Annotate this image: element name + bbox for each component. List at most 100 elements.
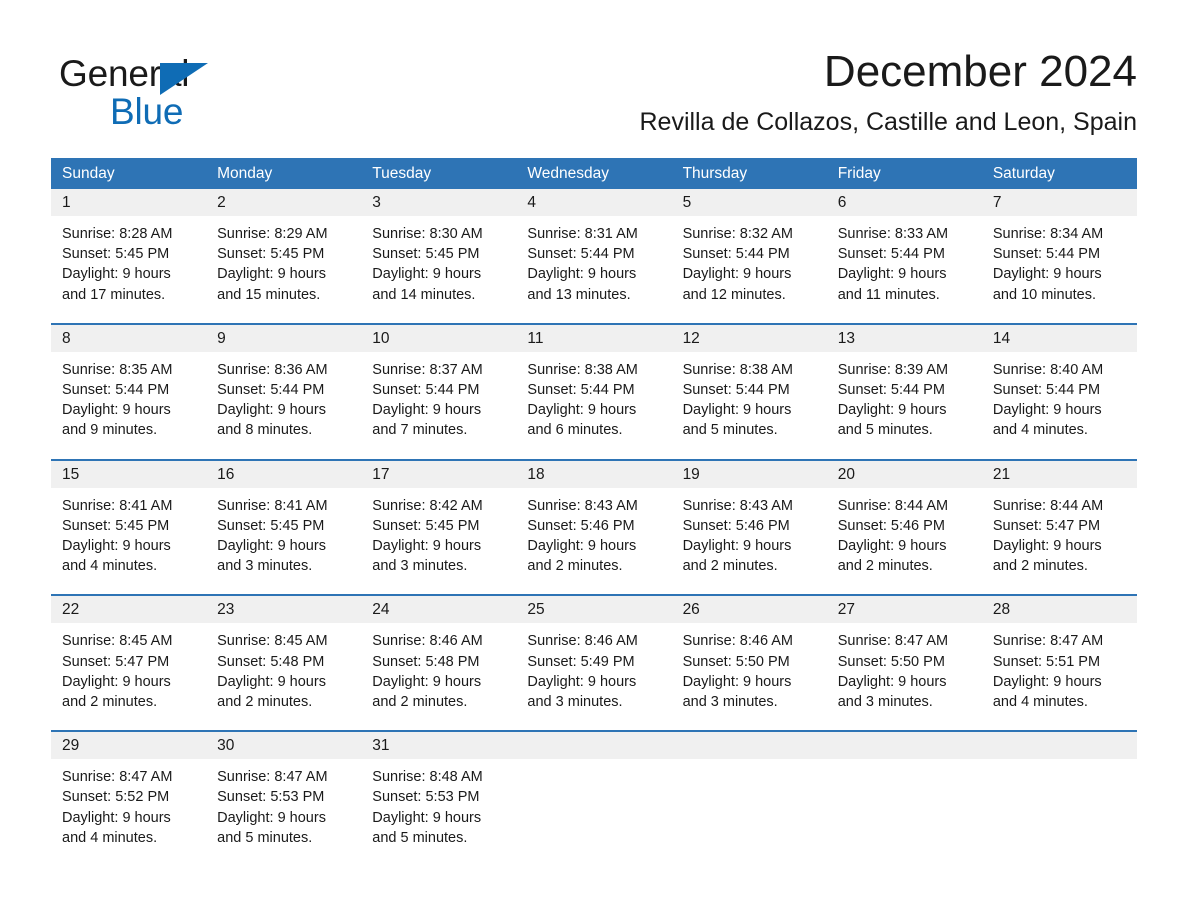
day-number-band: 13 [826,324,982,352]
day-cell[interactable]: 8 Sunrise: 8:35 AM Sunset: 5:44 PM Dayli… [51,324,207,451]
day-number: 2 [217,194,226,211]
daylight-text-line2: and 13 minutes. [527,286,631,303]
day-number-band: 7 [981,189,1137,216]
sunrise-text: Sunrise: 8:45 AM [217,633,328,650]
daylight-text-line2: and 9 minutes. [62,422,158,439]
day-number: 26 [682,601,700,619]
daylight-text-line1: Daylight: 9 hours [372,673,482,690]
weekday-header-row: Sunday Monday Tuesday Wednesday Thursday… [51,158,1137,189]
calendar-grid: Sunday Monday Tuesday Wednesday Thursday… [51,158,1137,859]
sunrise-text: Sunrise: 8:33 AM [837,226,949,242]
daylight-text-line1: Daylight: 9 hours [217,809,326,826]
day-cell[interactable]: 30 Sunrise: 8:47 AM Sunset: 5:53 PM Dayl… [206,732,362,859]
day-cell[interactable]: 28 Sunrise: 8:47 AM Sunset: 5:51 PM Dayl… [981,596,1137,723]
sunset-text: Sunset: 5:44 PM [992,246,1101,263]
day-cell[interactable]: 22 Sunrise: 8:45 AM Sunset: 5:47 PM Dayl… [51,596,207,723]
day-number-band: 14 [981,324,1137,352]
day-details [827,759,982,846]
day-number-band: 3 [361,189,517,216]
daylight-text-line1: Daylight: 9 hours [527,538,637,555]
day-number-band: 21 [981,460,1137,488]
day-details: Sunrise: 8:37 AM Sunset: 5:44 PM Dayligh… [361,352,516,451]
day-cell[interactable]: 13 Sunrise: 8:39 AM Sunset: 5:44 PM Dayl… [826,324,982,451]
day-cell[interactable]: 27 Sunrise: 8:47 AM Sunset: 5:50 PM Dayl… [826,596,982,723]
day-cell[interactable]: 3 Sunrise: 8:30 AM Sunset: 5:45 PM Dayli… [361,189,517,315]
day-cell[interactable]: 31 Sunrise: 8:48 AM Sunset: 5:53 PM Dayl… [361,732,517,859]
day-cell[interactable]: 4 Sunrise: 8:31 AM Sunset: 5:44 PM Dayli… [516,189,672,315]
daylight-text-line1: Daylight: 9 hours [217,266,326,283]
sunset-text: Sunset: 5:50 PM [837,653,945,670]
weekday-header-wednesday: Wednesday [527,165,609,182]
day-cell[interactable]: 11 Sunrise: 8:38 AM Sunset: 5:44 PM Dayl… [516,324,672,451]
day-number-band: 1 [51,189,207,216]
day-cell[interactable]: 5 Sunrise: 8:32 AM Sunset: 5:44 PM Dayli… [671,189,827,315]
daylight-text-line2: and 2 minutes. [992,558,1088,575]
day-cell[interactable]: 7 Sunrise: 8:34 AM Sunset: 5:44 PM Dayli… [981,189,1137,315]
day-cell[interactable]: 12 Sunrise: 8:38 AM Sunset: 5:44 PM Dayl… [671,324,827,451]
sunset-text: Sunset: 5:44 PM [682,382,790,399]
day-cell[interactable]: 21 Sunrise: 8:44 AM Sunset: 5:47 PM Dayl… [981,460,1137,587]
day-cell[interactable]: 26 Sunrise: 8:46 AM Sunset: 5:50 PM Dayl… [671,596,827,723]
day-number: 29 [62,737,80,755]
day-cell[interactable]: 2 Sunrise: 8:29 AM Sunset: 5:45 PM Dayli… [206,189,362,315]
day-cell[interactable]: 14 Sunrise: 8:40 AM Sunset: 5:44 PM Dayl… [981,324,1137,451]
day-cell[interactable]: 6 Sunrise: 8:33 AM Sunset: 5:44 PM Dayli… [826,189,982,315]
day-number-band: 16 [206,460,362,488]
day-number-band: 30 [206,732,362,760]
day-details [516,759,671,846]
day-number: 21 [992,465,1011,483]
day-details: Sunrise: 8:34 AM Sunset: 5:44 PM Dayligh… [982,216,1137,315]
day-number-band: 10 [361,324,517,352]
day-cell[interactable]: 17 Sunrise: 8:42 AM Sunset: 5:45 PM Dayl… [361,460,517,587]
day-number-band: 29 [51,732,207,760]
day-number: 3 [372,194,381,211]
sunrise-text: Sunrise: 8:47 AM [992,633,1104,650]
weekday-header-tuesday: Tuesday [372,165,432,182]
daylight-text-line1: Daylight: 9 hours [527,673,637,690]
day-details: Sunrise: 8:41 AM Sunset: 5:45 PM Dayligh… [206,488,361,587]
sunset-text: Sunset: 5:45 PM [62,517,170,534]
day-cell[interactable]: 19 Sunrise: 8:43 AM Sunset: 5:46 PM Dayl… [671,460,827,587]
week-row: 29 Sunrise: 8:47 AM Sunset: 5:52 PM Dayl… [51,730,1137,859]
daylight-text-line2: and 2 minutes. [62,694,158,711]
day-cell[interactable]: 9 Sunrise: 8:36 AM Sunset: 5:44 PM Dayli… [206,324,362,451]
sunset-text: Sunset: 5:44 PM [992,382,1101,399]
day-number-band: 12 [671,324,827,352]
day-details: Sunrise: 8:38 AM Sunset: 5:44 PM Dayligh… [516,352,671,451]
day-cell[interactable]: 1 Sunrise: 8:28 AM Sunset: 5:45 PM Dayli… [51,189,207,315]
day-cell[interactable]: 15 Sunrise: 8:41 AM Sunset: 5:45 PM Dayl… [51,460,207,587]
day-details: Sunrise: 8:45 AM Sunset: 5:47 PM Dayligh… [51,623,206,722]
week-row: 8 Sunrise: 8:35 AM Sunset: 5:44 PM Dayli… [51,322,1137,451]
day-number: 24 [372,601,390,619]
day-cell[interactable]: 16 Sunrise: 8:41 AM Sunset: 5:45 PM Dayl… [206,460,362,587]
sunrise-text: Sunrise: 8:38 AM [682,361,793,378]
daylight-text-line1: Daylight: 9 hours [682,538,792,555]
weekday-header-thursday: Thursday [682,165,748,182]
sunrise-text: Sunrise: 8:39 AM [837,361,949,378]
page-header: General Blue December 2024 Revilla de Co… [51,44,1137,148]
sunrise-text: Sunrise: 8:43 AM [682,497,793,514]
day-cell[interactable]: 18 Sunrise: 8:43 AM Sunset: 5:46 PM Dayl… [516,460,672,587]
day-details: Sunrise: 8:33 AM Sunset: 5:44 PM Dayligh… [827,216,982,315]
daylight-text-line2: and 7 minutes. [372,422,468,439]
weekday-header-monday: Monday [217,165,273,182]
day-cell[interactable]: 25 Sunrise: 8:46 AM Sunset: 5:49 PM Dayl… [516,596,672,723]
day-cell[interactable]: 29 Sunrise: 8:47 AM Sunset: 5:52 PM Dayl… [51,732,207,859]
daylight-text-line2: and 2 minutes. [372,694,468,711]
day-cell[interactable]: 10 Sunrise: 8:37 AM Sunset: 5:44 PM Dayl… [361,324,517,451]
day-details: Sunrise: 8:46 AM Sunset: 5:48 PM Dayligh… [361,623,516,722]
day-number: 16 [217,465,235,483]
sunset-text: Sunset: 5:44 PM [527,246,635,263]
day-details: Sunrise: 8:45 AM Sunset: 5:48 PM Dayligh… [206,623,361,722]
day-cell[interactable]: 23 Sunrise: 8:45 AM Sunset: 5:48 PM Dayl… [206,596,362,723]
day-number-band: 22 [51,596,207,624]
day-cell[interactable]: 24 Sunrise: 8:46 AM Sunset: 5:48 PM Dayl… [361,596,517,723]
day-cell[interactable]: 20 Sunrise: 8:44 AM Sunset: 5:46 PM Dayl… [826,460,982,587]
daylight-text-line1: Daylight: 9 hours [682,266,792,283]
sunrise-text: Sunrise: 8:43 AM [527,497,638,514]
sunrise-text: Sunrise: 8:44 AM [837,497,949,514]
sunrise-text: Sunrise: 8:47 AM [837,633,949,650]
day-details: Sunrise: 8:41 AM Sunset: 5:45 PM Dayligh… [51,488,206,587]
generalblue-logo[interactable]: General Blue [59,52,359,136]
sunset-text: Sunset: 5:53 PM [217,789,325,806]
